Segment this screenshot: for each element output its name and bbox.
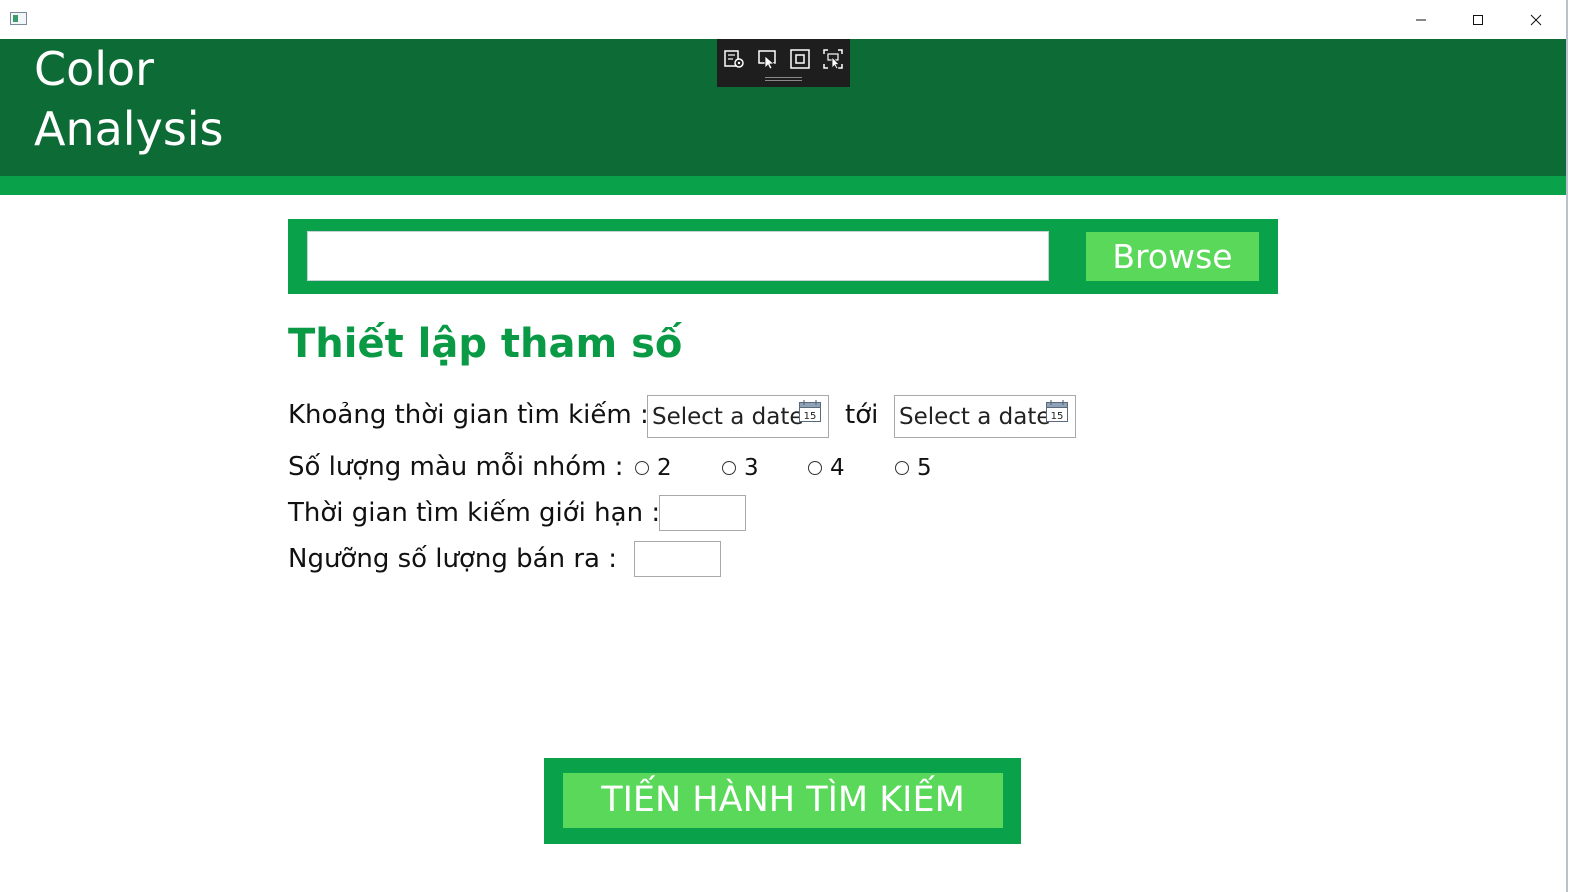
section-title: Thiết lập tham số [288, 321, 683, 367]
search-time-limit-label: Thời gian tìm kiếm giới hạn : [288, 498, 661, 528]
calendar-icon[interactable]: 15 [798, 399, 822, 423]
sales-threshold-label: Ngưỡng số lượng bán ra : [288, 544, 617, 574]
date-to-label: tới [845, 400, 879, 430]
app-title: Color Analysis [34, 42, 224, 156]
debug-toolbar [717, 39, 850, 87]
file-path-input[interactable] [307, 231, 1049, 281]
radio-label: 2 [657, 455, 672, 481]
date-from-picker[interactable]: Select a date 15 [647, 395, 829, 438]
select-element-icon[interactable] [757, 48, 779, 70]
date-to-picker[interactable]: Select a date 15 [894, 395, 1076, 438]
browse-button[interactable]: Browse [1086, 232, 1259, 281]
search-time-limit-input[interactable] [659, 495, 746, 531]
search-button-frame: TIẾN HÀNH TÌM KIẾM [544, 758, 1021, 844]
colors-per-group-label: Số lượng màu mỗi nhóm : [288, 452, 624, 482]
radio-circle[interactable] [635, 461, 649, 475]
toolbar-grip[interactable] [765, 77, 802, 81]
track-focused-element-icon[interactable] [822, 48, 844, 70]
radio-option-4[interactable]: 4 [808, 452, 845, 484]
start-search-button[interactable]: TIẾN HÀNH TÌM KIẾM [563, 773, 1003, 828]
header-stripe [0, 176, 1566, 195]
radio-option-5[interactable]: 5 [895, 452, 932, 484]
maximize-icon[interactable] [1455, 0, 1501, 39]
minimize-icon[interactable] [1398, 0, 1444, 39]
calendar-icon[interactable]: 15 [1045, 399, 1069, 423]
radio-label: 4 [830, 455, 845, 481]
date-range-label: Khoảng thời gian tìm kiếm : [288, 400, 649, 430]
close-icon[interactable] [1513, 0, 1559, 39]
radio-circle[interactable] [722, 461, 736, 475]
radio-label: 5 [917, 455, 932, 481]
radio-option-3[interactable]: 3 [722, 452, 759, 484]
date-to-placeholder: Select a date [899, 404, 1051, 430]
radio-circle[interactable] [895, 461, 909, 475]
live-visual-tree-icon[interactable] [723, 48, 745, 70]
svg-text:15: 15 [804, 411, 817, 422]
sales-threshold-input[interactable] [634, 541, 721, 577]
display-layout-adorners-icon[interactable] [789, 48, 811, 70]
radio-circle[interactable] [808, 461, 822, 475]
window-border [1566, 0, 1568, 892]
browse-panel: Browse [288, 219, 1278, 294]
radio-option-2[interactable]: 2 [635, 452, 672, 484]
window-titlebar [0, 0, 1568, 39]
svg-text:15: 15 [1051, 411, 1064, 422]
date-from-placeholder: Select a date [652, 404, 804, 430]
radio-label: 3 [744, 455, 759, 481]
app-icon [10, 12, 27, 25]
